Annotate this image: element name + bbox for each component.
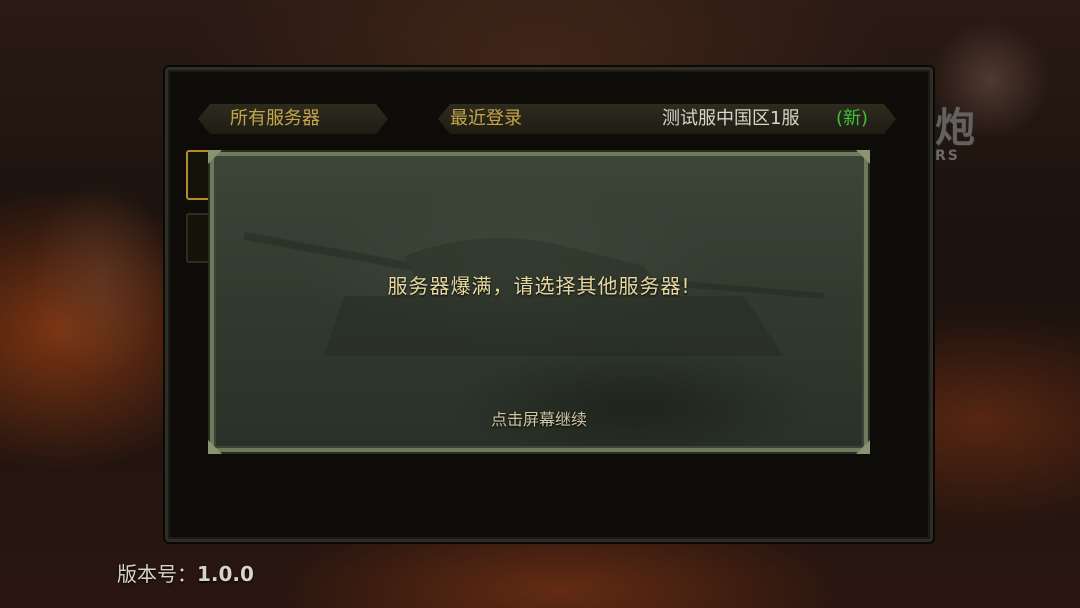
tab-recent-login[interactable]: 最近登录 测试服中国区1服 (新) [438, 104, 896, 134]
tab-all-servers-label: 所有服务器 [230, 108, 320, 129]
version-number: 1.0.0 [197, 562, 254, 586]
dialog-corner [856, 440, 870, 454]
server-full-dialog[interactable]: 服务器爆满，请选择其他服务器! 点击屏幕继续 [208, 150, 870, 454]
game-logo-subtitle: RS [935, 148, 960, 164]
dialog-corner [208, 440, 222, 454]
tab-all-servers[interactable]: 所有服务器 [198, 104, 388, 134]
version-label: 版本号： [117, 562, 197, 586]
recent-server-name: 测试服中国区1服 [662, 108, 800, 129]
tab-recent-login-label: 最近登录 [450, 108, 522, 129]
background-tank-art-left [30, 180, 170, 380]
dialog-message: 服务器爆满，请选择其他服务器! [387, 274, 691, 298]
version-info: 版本号：1.0.0 [117, 558, 254, 587]
dialog-corner [856, 150, 870, 164]
new-server-badge: (新) [836, 108, 869, 129]
dialog-corner [208, 150, 222, 164]
dialog-continue-hint[interactable]: 点击屏幕继续 [214, 406, 864, 430]
game-logo-glyph: 炮 [935, 105, 977, 151]
